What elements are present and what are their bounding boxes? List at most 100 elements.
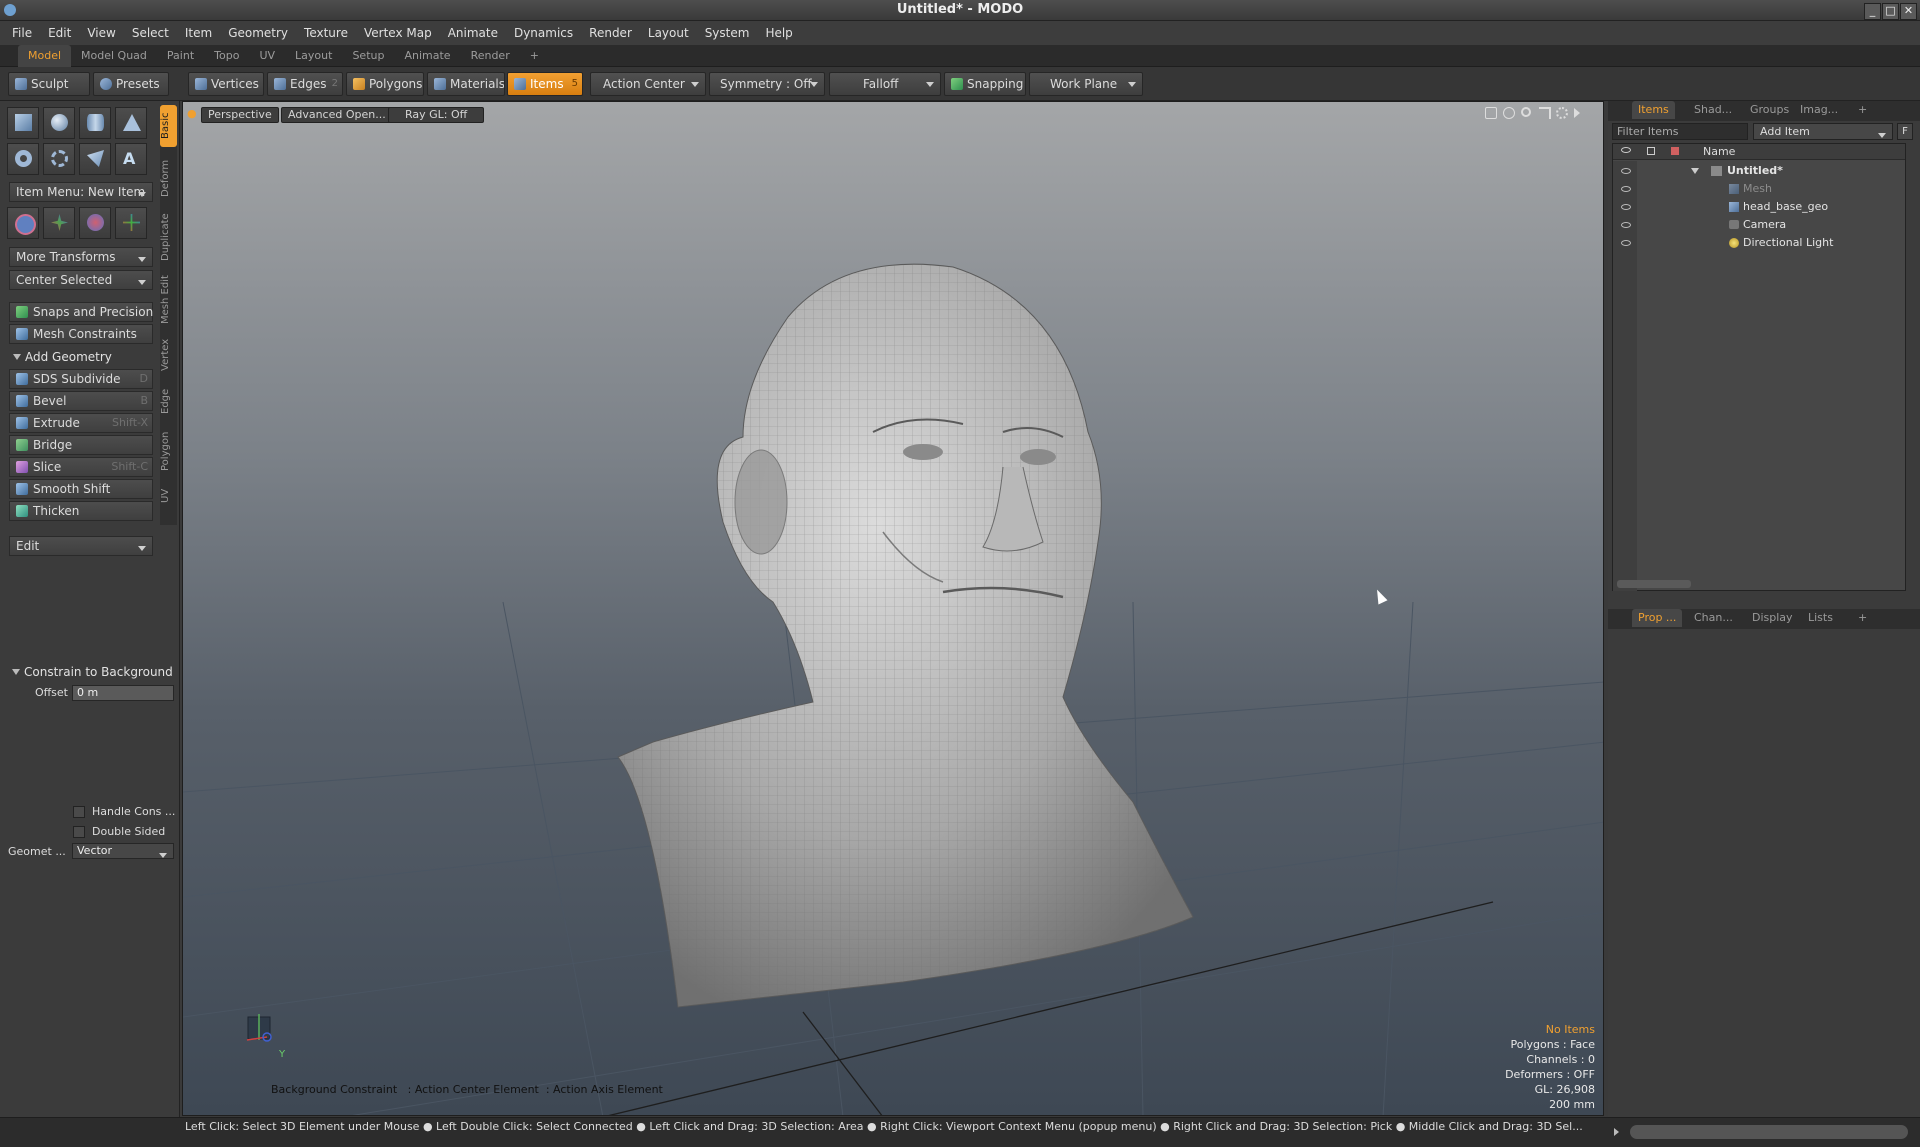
vtab-uv[interactable]: UV — [160, 481, 177, 511]
perspective-button[interactable]: Perspective — [201, 107, 279, 123]
tab-images[interactable]: Imag... — [1794, 101, 1844, 119]
rotate-button[interactable] — [43, 207, 75, 239]
menu-file[interactable]: File — [4, 21, 40, 45]
f-button[interactable]: F — [1897, 123, 1913, 140]
command-input[interactable] — [1630, 1125, 1908, 1139]
vtab-mesh-edit[interactable]: Mesh Edit — [160, 271, 177, 329]
maximize-viewport-icon[interactable] — [1539, 107, 1551, 119]
slice-button[interactable]: Slice Shift-C — [9, 457, 153, 477]
double-sided-checkbox[interactable] — [73, 826, 85, 838]
tab-paint[interactable]: Paint — [157, 45, 204, 67]
tab-properties[interactable]: Prop ... — [1632, 609, 1683, 627]
add-geometry-header[interactable]: Add Geometry — [9, 347, 153, 367]
add-tab-button[interactable]: + — [520, 45, 549, 67]
tab-lists[interactable]: Lists — [1802, 609, 1839, 627]
menu-edit[interactable]: Edit — [40, 21, 79, 45]
tab-animate[interactable]: Animate — [394, 45, 460, 67]
pan-icon[interactable] — [1485, 107, 1497, 119]
menu-layout[interactable]: Layout — [640, 21, 697, 45]
center-selected-dropdown[interactable]: Center Selected — [9, 270, 153, 290]
add-panel-tab-button[interactable]: + — [1852, 101, 1873, 119]
menu-item[interactable]: Item — [177, 21, 220, 45]
tab-model[interactable]: Model — [18, 45, 72, 67]
tab-topo[interactable]: Topo — [204, 45, 249, 67]
scale-button[interactable] — [79, 207, 111, 239]
sculpt-button[interactable]: Sculpt — [8, 72, 90, 96]
menu-texture[interactable]: Texture — [296, 21, 356, 45]
name-column-header[interactable]: Name — [1703, 145, 1735, 158]
cylinder-button[interactable] — [79, 107, 111, 139]
vtab-duplicate[interactable]: Duplicate — [160, 207, 177, 267]
snapping-button[interactable]: Snapping — [944, 72, 1026, 96]
presets-button[interactable]: Presets — [93, 72, 169, 96]
menu-render[interactable]: Render — [581, 21, 640, 45]
vtab-vertex[interactable]: Vertex — [160, 333, 177, 377]
tab-shading[interactable]: Shad... — [1688, 101, 1738, 119]
menu-geometry[interactable]: Geometry — [220, 21, 296, 45]
offset-field[interactable]: 0 m — [72, 685, 174, 701]
vtab-polygon[interactable]: Polygon — [160, 425, 177, 477]
work-plane-dropdown[interactable]: Work Plane — [1029, 72, 1143, 96]
tree-row[interactable]: Camera — [1613, 216, 1903, 234]
geometry-dropdown[interactable]: Vector — [72, 843, 174, 859]
minimize-icon[interactable]: _ — [1864, 3, 1881, 20]
bridge-button[interactable]: Bridge — [9, 435, 153, 455]
tab-items[interactable]: Items — [1632, 101, 1675, 119]
tree-row[interactable]: Directional Light — [1613, 234, 1903, 252]
polygons-button[interactable]: Polygons — [346, 72, 424, 96]
menu-dynamics[interactable]: Dynamics — [506, 21, 581, 45]
tree-row[interactable]: Untitled* — [1613, 162, 1903, 180]
more-transforms-dropdown[interactable]: More Transforms — [9, 247, 153, 267]
vtab-edge[interactable]: Edge — [160, 381, 177, 421]
add-item-dropdown[interactable]: Add Item — [1753, 123, 1893, 140]
sphere-button[interactable] — [43, 107, 75, 139]
zoom-icon[interactable] — [1521, 107, 1531, 117]
edit-dropdown[interactable]: Edit — [9, 536, 153, 556]
items-button[interactable]: Items 5 — [507, 72, 583, 96]
viewport-gear-icon[interactable] — [1556, 107, 1568, 119]
torus-button[interactable] — [7, 143, 39, 175]
tab-model-quad[interactable]: Model Quad — [71, 45, 157, 67]
3d-viewport[interactable]: ● Perspective Advanced Open... Ray GL: O… — [182, 101, 1604, 1116]
tab-setup[interactable]: Setup — [342, 45, 394, 67]
thicken-button[interactable]: Thicken — [9, 501, 153, 521]
materials-button[interactable]: Materials — [427, 72, 505, 96]
edges-button[interactable]: Edges 2 — [267, 72, 343, 96]
tab-channels[interactable]: Chan... — [1688, 609, 1739, 627]
add-panel-tab-button[interactable]: + — [1852, 609, 1873, 627]
extrude-button[interactable]: Extrude Shift-X — [9, 413, 153, 433]
constrain-header[interactable]: Constrain to Background — [8, 662, 178, 682]
handle-cons-checkbox[interactable] — [73, 806, 85, 818]
mesh-constraints-button[interactable]: Mesh Constraints — [9, 324, 153, 344]
symmetry-dropdown[interactable]: Symmetry : Off — [709, 72, 825, 96]
tab-layout[interactable]: Layout — [285, 45, 342, 67]
text-tool-button[interactable]: A — [115, 143, 147, 175]
menu-vertex-map[interactable]: Vertex Map — [356, 21, 440, 45]
viewport-arrow-icon[interactable] — [1574, 108, 1580, 118]
tab-groups[interactable]: Groups — [1744, 101, 1795, 119]
tree-row[interactable]: Mesh — [1613, 180, 1903, 198]
visibility-eye-icon[interactable] — [1621, 186, 1631, 192]
maximize-icon[interactable]: □ — [1882, 3, 1899, 20]
vertices-button[interactable]: Vertices — [188, 72, 264, 96]
visibility-eye-icon[interactable] — [1621, 240, 1631, 246]
orbit-icon[interactable] — [1503, 107, 1515, 119]
list-scrollbar[interactable] — [1617, 580, 1691, 588]
visibility-eye-icon[interactable] — [1621, 168, 1631, 174]
close-icon[interactable]: ✕ — [1900, 3, 1917, 20]
viewport-menu-icon[interactable]: ● — [187, 107, 197, 123]
transform-button[interactable] — [115, 207, 147, 239]
menu-select[interactable]: Select — [124, 21, 177, 45]
sds-subdivide-button[interactable]: SDS Subdivide D — [9, 369, 153, 389]
shading-button[interactable]: Advanced Open... — [281, 107, 393, 123]
vtab-basic[interactable]: Basic — [160, 105, 177, 147]
smooth-shift-button[interactable]: Smooth Shift — [9, 479, 153, 499]
filter-items-field[interactable]: Filter Items — [1612, 123, 1748, 140]
item-menu-dropdown[interactable]: Item Menu: New Item — [9, 182, 153, 202]
cone-button[interactable] — [115, 107, 147, 139]
tab-uv[interactable]: UV — [249, 45, 285, 67]
menu-help[interactable]: Help — [757, 21, 800, 45]
raygl-button[interactable]: Ray GL: Off — [388, 107, 485, 123]
action-center-dropdown[interactable]: Action Center — [590, 72, 706, 96]
tree-row[interactable]: head_base_geo — [1613, 198, 1903, 216]
